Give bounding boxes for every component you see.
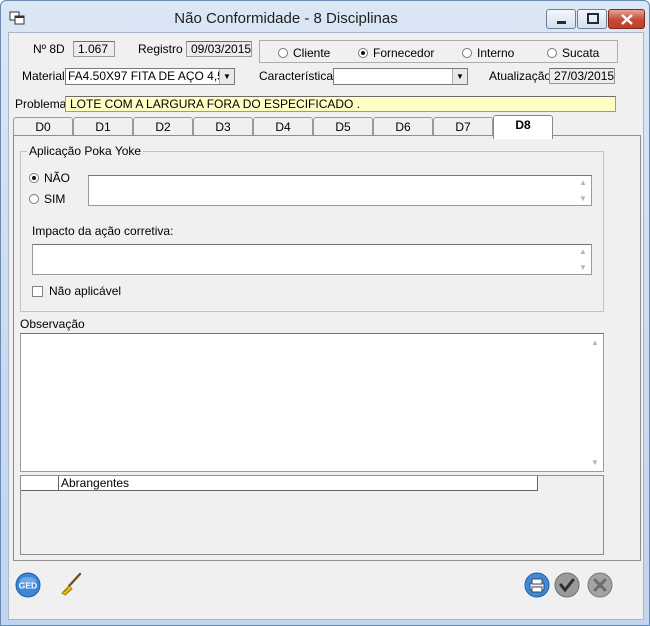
tab-d8[interactable]: D8: [493, 115, 553, 139]
check-icon: [554, 572, 580, 598]
tab-d4[interactable]: D4: [253, 117, 313, 137]
observacao-label: Observação: [20, 317, 85, 331]
poka-yoke-group: Aplicação Poka Yoke NÃO SIM ▲ ▼ Impacto …: [20, 144, 604, 312]
minimize-icon: [557, 21, 566, 24]
radio-fornecedor-dot: [358, 48, 368, 58]
nao-aplicavel-box: [32, 285, 43, 297]
tab-panel-d8: Aplicação Poka Yoke NÃO SIM ▲ ▼ Impacto …: [13, 135, 641, 561]
ged-icon: GED: [15, 572, 41, 598]
scroll-down-icon[interactable]: ▼: [591, 458, 599, 467]
caracteristica-label: Característica: [259, 69, 334, 83]
tab-d3[interactable]: D3: [193, 117, 253, 137]
cancel-button[interactable]: [587, 572, 613, 601]
chevron-down-icon[interactable]: ▼: [452, 69, 467, 84]
n8d-label: Nº 8D: [33, 42, 65, 56]
print-button[interactable]: [524, 572, 550, 601]
printer-icon: [524, 572, 550, 598]
caracteristica-select[interactable]: ▼: [333, 68, 468, 85]
radio-cliente[interactable]: Cliente: [278, 46, 330, 60]
radio-nao-dot: [29, 173, 39, 183]
impacto-scrollbar[interactable]: ▲ ▼: [576, 245, 591, 274]
poka-yoke-scrollbar[interactable]: ▲ ▼: [576, 176, 591, 205]
radio-sucata[interactable]: Sucata: [547, 46, 599, 60]
tab-d2[interactable]: D2: [133, 117, 193, 137]
atualizacao-label: Atualização: [489, 69, 552, 83]
chevron-down-icon[interactable]: ▼: [219, 69, 234, 84]
scroll-up-icon[interactable]: ▲: [579, 178, 587, 187]
radio-sim[interactable]: SIM: [29, 192, 65, 206]
maximize-button[interactable]: [577, 9, 607, 29]
ged-button[interactable]: GED: [15, 572, 41, 601]
nao-aplicavel-checkbox[interactable]: Não aplicável: [32, 284, 121, 298]
scroll-up-icon[interactable]: ▲: [579, 247, 587, 256]
material-value: FA4.50X97 FITA DE AÇO 4,50: [68, 69, 231, 83]
scroll-up-icon[interactable]: ▲: [591, 338, 599, 347]
tab-d7[interactable]: D7: [433, 117, 493, 137]
observacao-textarea[interactable]: ▲ ▼: [20, 333, 604, 472]
confirm-button[interactable]: [554, 572, 580, 601]
observacao-scrollbar[interactable]: ▲ ▼: [588, 334, 603, 471]
impacto-label: Impacto da ação corretiva:: [32, 224, 174, 238]
material-select[interactable]: FA4.50X97 FITA DE AÇO 4,50 ▼: [65, 68, 235, 85]
ged-label: GED: [19, 581, 37, 591]
tab-d5[interactable]: D5: [313, 117, 373, 137]
tab-d0[interactable]: D0: [13, 117, 73, 137]
poka-yoke-textarea[interactable]: ▲ ▼: [88, 175, 592, 206]
radio-cliente-label: Cliente: [293, 46, 331, 60]
nao-aplicavel-label: Não aplicável: [49, 284, 122, 298]
atualizacao-field[interactable]: 27/03/2015: [549, 68, 615, 84]
scroll-down-icon[interactable]: ▼: [579, 263, 587, 272]
radio-interno-label: Interno: [477, 46, 515, 60]
tab-d6[interactable]: D6: [373, 117, 433, 137]
problema-field[interactable]: LOTE COM A LARGURA FORA DO ESPECIFICADO …: [65, 96, 616, 112]
grid-header: Abrangentes: [21, 476, 538, 491]
radio-interno-dot: [462, 48, 472, 58]
radio-sucata-label: Sucata: [562, 46, 600, 60]
poka-yoke-title: Aplicação Poka Yoke: [27, 144, 144, 158]
form-body: Nº 8D 1.067 Registro 09/03/2015 Cliente …: [8, 32, 644, 620]
radio-sucata-dot: [547, 48, 557, 58]
broom-icon: [61, 572, 82, 596]
title-bar[interactable]: Não Conformidade - 8 Disciplinas: [1, 1, 649, 35]
grid-column-abrangentes[interactable]: Abrangentes: [61, 476, 129, 490]
radio-nao-label: NÃO: [44, 171, 71, 185]
tab-d1[interactable]: D1: [73, 117, 133, 137]
maximize-icon: [587, 13, 599, 24]
impacto-textarea[interactable]: ▲ ▼: [32, 244, 592, 275]
close-window-button[interactable]: [608, 9, 645, 29]
registro-field[interactable]: 09/03/2015: [186, 41, 252, 57]
app-window: Não Conformidade - 8 Disciplinas Nº 8D 1…: [0, 0, 650, 626]
grid-row-selector-header[interactable]: [21, 476, 59, 490]
radio-fornecedor[interactable]: Fornecedor: [358, 46, 434, 60]
radio-nao[interactable]: NÃO: [29, 171, 70, 185]
n8d-field[interactable]: 1.067: [73, 41, 115, 57]
cancel-icon: [587, 572, 613, 598]
problema-label: Problema: [15, 97, 67, 111]
radio-cliente-dot: [278, 48, 288, 58]
abrangentes-grid[interactable]: Abrangentes: [20, 475, 604, 555]
close-icon: [621, 14, 633, 25]
scroll-down-icon[interactable]: ▼: [579, 194, 587, 203]
minimize-button[interactable]: [546, 9, 576, 29]
material-label: Material: [22, 69, 65, 83]
registro-label: Registro: [138, 42, 183, 56]
radio-sim-dot: [29, 194, 39, 204]
radio-interno[interactable]: Interno: [462, 46, 514, 60]
radio-fornecedor-label: Fornecedor: [373, 46, 435, 60]
clear-button[interactable]: [58, 571, 84, 600]
window-title: Não Conformidade - 8 Disciplinas: [174, 10, 398, 27]
origem-radio-group: Cliente Fornecedor Interno Sucata: [259, 40, 618, 63]
radio-sim-label: SIM: [44, 192, 66, 206]
